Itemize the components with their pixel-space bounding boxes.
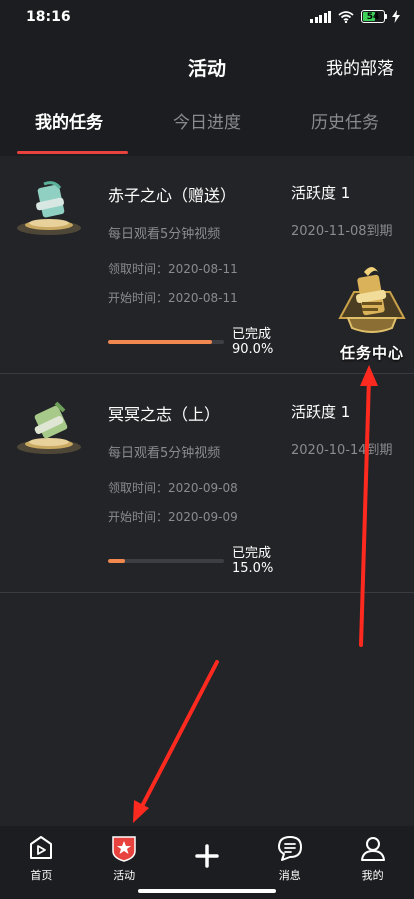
home-play-icon <box>26 834 56 862</box>
battery-icon: 54 <box>361 10 387 23</box>
nav-messages-label: 消息 <box>278 869 301 882</box>
task-progress-bar <box>108 340 224 344</box>
tab-today-progress[interactable]: 今日进度 <box>138 98 276 156</box>
signal-icon <box>310 10 331 23</box>
nav-profile[interactable]: 我的 <box>331 826 414 899</box>
arrow-to-activity-tab <box>137 660 219 814</box>
task-description: 每日观看5分钟视频 <box>108 446 221 461</box>
task-expire-date: 2020-10-14到期 <box>291 443 393 458</box>
activity-star-icon <box>109 834 139 862</box>
tab-my-tasks[interactable]: 我的任务 <box>0 98 138 156</box>
nav-home[interactable]: 首页 <box>0 826 83 899</box>
my-tribe-link[interactable]: 我的部落 <box>326 54 394 79</box>
nav-profile-label: 我的 <box>361 869 384 882</box>
task-progress-value: 90.0% <box>232 342 274 357</box>
task-received-date: 领取时间：2020-08-11 <box>108 262 238 276</box>
app-screen: 18:16 54 活动 我的部落 我的任务 今日进度 历史任务 赤子之心（赠送）… <box>0 0 414 899</box>
status-time: 18:16 <box>26 9 71 25</box>
header: 活动 我的部落 <box>0 34 414 98</box>
task-activity: 活跃度 1 <box>291 184 351 202</box>
task-scroll-image <box>17 181 81 235</box>
task-progress-bar <box>108 559 224 563</box>
wifi-icon <box>338 10 354 23</box>
arrow-head-activity-tab <box>133 800 149 823</box>
task-center-button[interactable]: 任务中心 <box>334 262 410 362</box>
task-progress-fill <box>108 340 213 344</box>
task-start-date: 开始时间：2020-09-09 <box>108 510 238 524</box>
task-received-date: 领取时间：2020-09-08 <box>108 481 238 495</box>
task-progress-value: 15.0% <box>232 561 274 576</box>
task-start-date: 开始时间：2020-08-11 <box>108 291 238 305</box>
tab-bar: 我的任务 今日进度 历史任务 <box>0 98 414 156</box>
task-center-label: 任务中心 <box>339 344 404 362</box>
task-card[interactable]: 冥冥之志（上） 每日观看5分钟视频 领取时间：2020-09-08 开始时间：2… <box>0 375 414 593</box>
task-progress-label: 已完成 <box>232 327 272 342</box>
status-bar: 18:16 54 <box>0 0 414 34</box>
battery-level: 54 <box>366 11 380 22</box>
nav-activity-label: 活动 <box>113 869 136 882</box>
task-name: 赤子之心（赠送） <box>108 186 237 205</box>
nav-home-label: 首页 <box>30 869 53 882</box>
charging-icon <box>392 10 400 23</box>
message-icon <box>275 834 305 862</box>
task-scroll-image <box>17 401 81 454</box>
task-expire-date: 2020-11-08到期 <box>291 224 393 239</box>
task-progress-label: 已完成 <box>232 546 272 561</box>
task-activity: 活跃度 1 <box>291 403 351 421</box>
task-center-scroll-icon <box>338 267 406 333</box>
home-indicator <box>138 889 276 893</box>
profile-icon <box>358 834 388 862</box>
task-description: 每日观看5分钟视频 <box>108 227 221 242</box>
status-icons: 54 <box>310 10 400 23</box>
task-progress-fill <box>108 559 126 563</box>
tab-task-history[interactable]: 历史任务 <box>276 98 414 156</box>
plus-icon <box>192 842 222 870</box>
task-name: 冥冥之志（上） <box>108 405 221 424</box>
